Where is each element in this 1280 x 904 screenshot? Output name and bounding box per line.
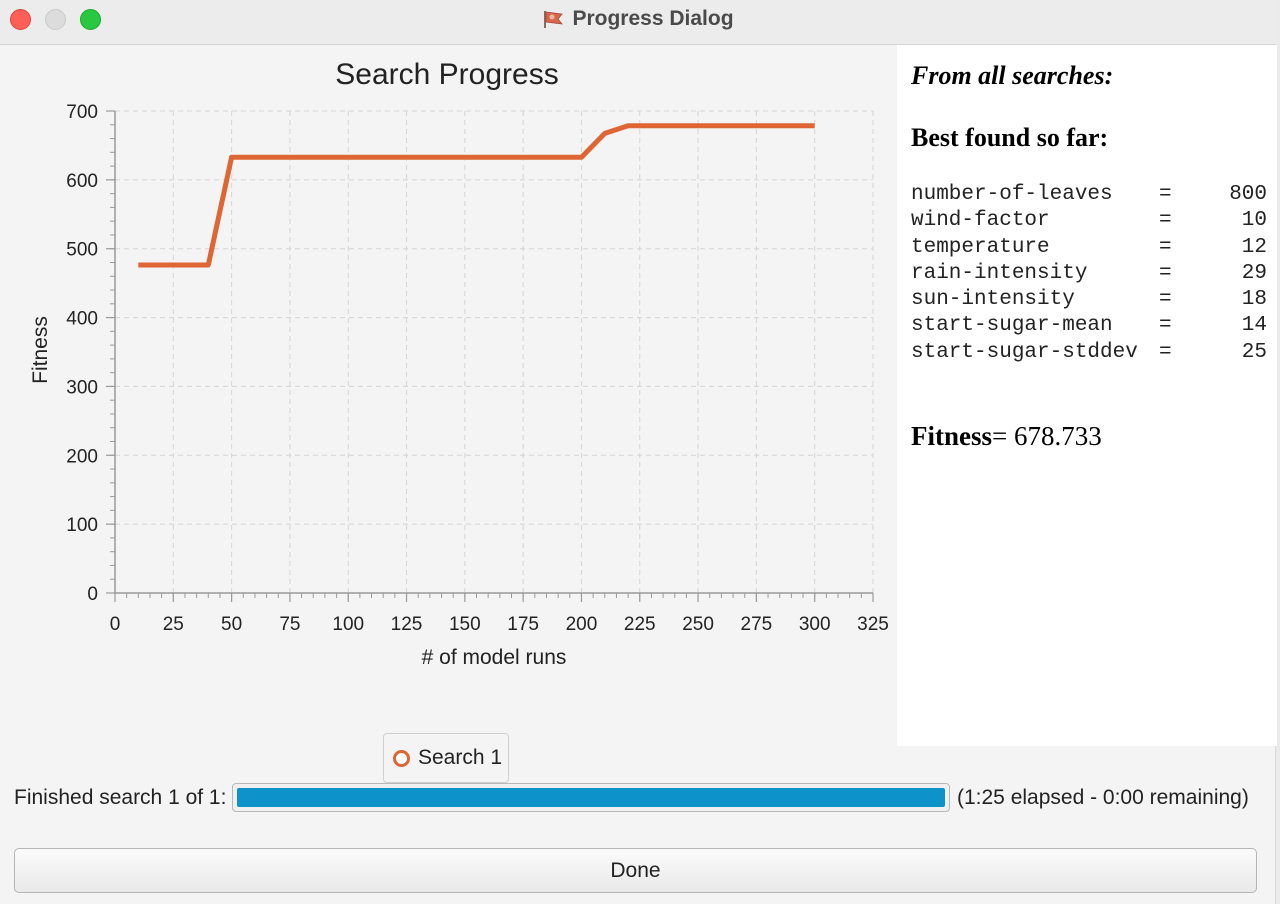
x-axis-label: # of model runs [422, 646, 567, 669]
x-tick-label: 275 [741, 614, 773, 635]
fitness-value: = 678.733 [992, 421, 1102, 451]
param-row-rain-intensity: rain-intensity = 29 [911, 262, 1271, 288]
legend-marker-icon [393, 749, 410, 767]
best-fitness: Fitness= 678.733 [911, 421, 1102, 452]
param-eq: = [1159, 314, 1172, 338]
x-tick-label: 150 [449, 614, 481, 635]
title-wrap: Progress Dialog [0, 0, 1276, 38]
param-eq: = [1159, 209, 1172, 233]
fitness-label: Fitness [911, 421, 992, 451]
param-val: 29 [1241, 261, 1267, 285]
y-tick-label: 700 [66, 102, 98, 123]
x-tick-label: 100 [332, 614, 364, 635]
param-name: wind-factor [911, 209, 1050, 233]
param-eq: = [1159, 261, 1172, 285]
y-axis-label: Fitness [29, 316, 52, 384]
param-row-start-sugar-mean: start-sugar-mean = 14 [911, 314, 1271, 340]
y-tick-label: 600 [66, 171, 98, 192]
param-eq: = [1159, 235, 1172, 259]
heading-all-searches: From all searches: [911, 61, 1114, 90]
param-row-wind-factor: wind-factor = 10 [911, 209, 1271, 235]
progress-bar [232, 783, 950, 812]
x-tick-label: 50 [221, 614, 242, 635]
param-row-sun-intensity: sun-intensity = 18 [911, 288, 1271, 314]
param-row-number-of-leaves: number-of-leaves = 800 [911, 183, 1271, 209]
heading-best-found: Best found so far: [911, 123, 1109, 152]
series-line-search-1 [138, 123, 815, 268]
x-tick-label: 325 [857, 614, 889, 635]
x-tick-label: 200 [566, 614, 598, 635]
title-bar: Progress Dialog [0, 0, 1276, 45]
x-tick-label: 250 [682, 614, 714, 635]
param-val: 25 [1241, 340, 1267, 364]
x-tick-label: 225 [624, 614, 656, 635]
param-eq: = [1159, 183, 1172, 206]
y-tick-label: 100 [66, 515, 98, 536]
x-tick-label: 300 [799, 614, 831, 635]
netlogo-flag-icon [544, 11, 564, 28]
y-tick-label: 0 [87, 584, 98, 605]
param-val: 800 [1229, 183, 1267, 206]
param-val: 12 [1241, 235, 1267, 259]
x-tick-label: 125 [391, 614, 423, 635]
param-val: 14 [1241, 314, 1267, 338]
x-tick-label: 25 [163, 614, 184, 635]
chart-title: Search Progress [335, 58, 558, 91]
elapsed-time-label: (1:25 elapsed - 0:00 remaining) [957, 786, 1249, 809]
y-tick-label: 300 [66, 377, 98, 398]
progress-dialog-window: Progress Dialog Search Progress 0 25 50 75 10… [0, 0, 1277, 904]
param-row-temperature: temperature = 12 [911, 236, 1271, 262]
param-name: rain-intensity [911, 261, 1088, 285]
x-tick-label: 175 [507, 614, 539, 635]
param-name: start-sugar-stddev [911, 340, 1138, 364]
status-label: Finished search 1 of 1: [14, 786, 227, 809]
chart-legend: Search 1 [383, 733, 509, 783]
param-val: 18 [1241, 288, 1267, 312]
y-tick-label: 400 [66, 309, 98, 330]
x-tick-label: 0 [110, 614, 121, 635]
search-progress-chart: Search Progress 0 25 50 75 100 125 150 175 200 225… [0, 45, 896, 783]
chart-svg: Search Progress 0 25 50 75 100 125 150 175 200 225… [29, 58, 889, 669]
y-tick-label: 200 [66, 446, 98, 467]
done-button[interactable]: Done [14, 848, 1257, 893]
window-title: Progress Dialog [572, 7, 734, 30]
x-tick-label: 75 [279, 614, 300, 635]
param-name: number-of-leaves [911, 183, 1113, 206]
param-val: 10 [1241, 209, 1267, 233]
param-eq: = [1159, 288, 1172, 312]
legend-label-search-1: Search 1 [418, 746, 503, 769]
param-name: sun-intensity [911, 288, 1075, 312]
param-row-start-sugar-stddev: start-sugar-stddev = 25 [911, 341, 1271, 367]
parameter-list: number-of-leaves = 800 wind-factor = 10 temper… [911, 183, 1271, 367]
y-tick-label: 500 [66, 240, 98, 261]
param-eq: = [1159, 340, 1172, 364]
best-result-panel: From all searches: Best found so far: nu… [897, 45, 1277, 746]
param-name: temperature [911, 235, 1050, 259]
progress-bar-fill [237, 788, 945, 807]
param-name: start-sugar-mean [911, 314, 1113, 338]
